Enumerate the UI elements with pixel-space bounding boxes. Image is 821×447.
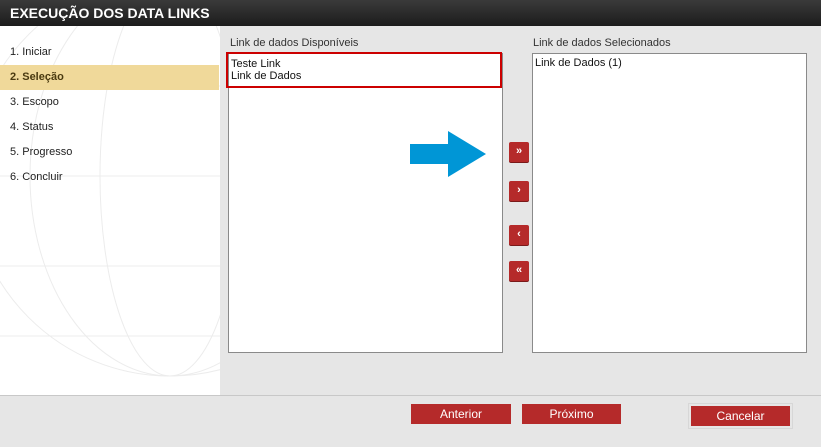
available-list-label: Link de dados Disponíveis	[230, 37, 359, 49]
step-iniciar[interactable]: 1. Iniciar	[0, 40, 219, 65]
wizard-steps-sidebar: 1. Iniciar 2. Seleção 3. Escopo 4. Statu…	[0, 26, 220, 395]
remove-all-button[interactable]: «	[509, 261, 529, 281]
next-button[interactable]: Próximo	[522, 404, 621, 424]
step-escopo[interactable]: 3. Escopo	[0, 90, 219, 115]
add-all-button[interactable]: »	[509, 142, 529, 162]
selection-panel: Link de dados Disponíveis Teste Link Lin…	[220, 26, 821, 395]
step-selecao[interactable]: 2. Seleção	[0, 65, 219, 90]
step-concluir[interactable]: 6. Concluir	[0, 165, 219, 190]
selected-list[interactable]: Link de Dados (1)	[532, 53, 807, 353]
step-status[interactable]: 4. Status	[0, 115, 219, 140]
wizard-footer: Anterior Próximo Cancelar	[0, 395, 821, 447]
available-list[interactable]: Teste Link Link de Dados	[228, 53, 503, 353]
remove-one-button[interactable]: ‹	[509, 225, 529, 245]
step-progresso[interactable]: 5. Progresso	[0, 140, 219, 165]
add-one-button[interactable]: ›	[509, 181, 529, 201]
selected-item-link-de-dados[interactable]: Link de Dados (1)	[533, 57, 806, 69]
right-arrow-icon	[410, 131, 486, 177]
window-title: EXECUÇÃO DOS DATA LINKS	[0, 0, 821, 26]
available-items-highlight	[226, 52, 502, 88]
cancel-button[interactable]: Cancelar	[688, 403, 793, 429]
selected-list-label: Link de dados Selecionados	[533, 37, 671, 49]
previous-button[interactable]: Anterior	[411, 404, 511, 424]
